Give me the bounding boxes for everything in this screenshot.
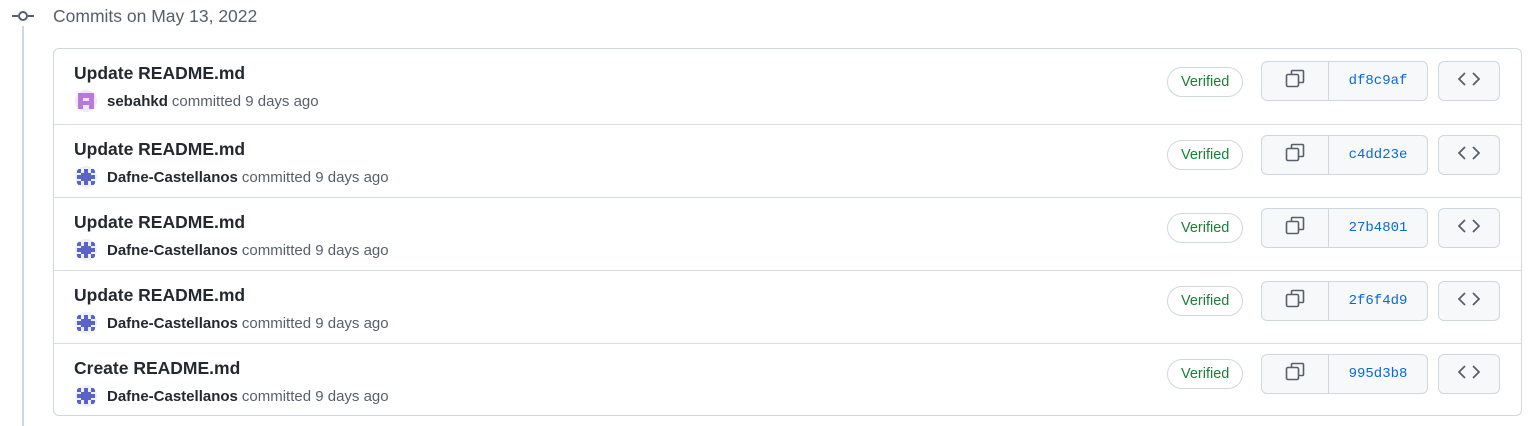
copy-icon bbox=[1285, 289, 1305, 314]
commit-time: committed 9 days ago bbox=[241, 168, 389, 186]
browse-repo-button[interactable] bbox=[1438, 354, 1500, 394]
commit-message-link[interactable]: Update README.md bbox=[74, 62, 245, 84]
code-icon bbox=[1457, 218, 1481, 238]
avatar[interactable] bbox=[75, 90, 97, 112]
verified-badge[interactable]: Verified bbox=[1167, 213, 1244, 243]
author-link[interactable]: Dafne-Castellanos bbox=[107, 315, 238, 332]
git-commit-icon bbox=[12, 8, 34, 24]
commit-message-link[interactable]: Update README.md bbox=[74, 211, 245, 233]
browse-repo-button[interactable] bbox=[1438, 281, 1500, 321]
copy-icon bbox=[1285, 143, 1305, 168]
commit-message-link[interactable]: Update README.md bbox=[74, 138, 245, 160]
commit-row: Update README.md Dafne-Castellanos commi… bbox=[54, 124, 1521, 197]
copy-sha-button[interactable] bbox=[1262, 136, 1329, 174]
commit-time: committed 9 days ago bbox=[241, 241, 389, 259]
commit-meta: sebahkd committed 9 days ago bbox=[75, 89, 319, 113]
browse-repo-button[interactable] bbox=[1438, 208, 1500, 248]
commit-message-link[interactable]: Update README.md bbox=[74, 284, 245, 306]
copy-sha-button[interactable] bbox=[1262, 355, 1329, 393]
author-link[interactable]: Dafne-Castellanos bbox=[107, 169, 238, 186]
author-link[interactable]: sebahkd bbox=[107, 93, 168, 110]
verified-badge[interactable]: Verified bbox=[1167, 140, 1244, 170]
code-icon bbox=[1457, 291, 1481, 311]
sha-button-group: 2f6f4d9 bbox=[1261, 281, 1428, 321]
commit-sha-link[interactable]: 2f6f4d9 bbox=[1329, 282, 1427, 320]
author-link[interactable]: Dafne-Castellanos bbox=[107, 242, 238, 259]
verified-badge[interactable]: Verified bbox=[1167, 286, 1244, 316]
commit-row: Update README.md sebahkd committed 9 day… bbox=[54, 49, 1521, 124]
sha-button-group: 27b4801 bbox=[1261, 208, 1428, 248]
commit-time: committed 9 days ago bbox=[171, 92, 319, 110]
sha-button-group: 995d3b8 bbox=[1261, 354, 1428, 394]
commit-sha-link[interactable]: 995d3b8 bbox=[1329, 355, 1427, 393]
sha-button-group: df8c9af bbox=[1261, 61, 1428, 101]
commit-group-title: Commits on May 13, 2022 bbox=[53, 6, 258, 26]
copy-sha-button[interactable] bbox=[1262, 282, 1329, 320]
commit-meta: Dafne-Castellanos committed 9 days ago bbox=[75, 238, 389, 262]
avatar[interactable] bbox=[75, 239, 97, 261]
avatar[interactable] bbox=[75, 166, 97, 188]
code-icon bbox=[1457, 71, 1481, 91]
commit-meta: Dafne-Castellanos committed 9 days ago bbox=[75, 311, 389, 335]
author-link[interactable]: Dafne-Castellanos bbox=[107, 388, 238, 405]
copy-icon bbox=[1285, 69, 1305, 94]
commit-time: committed 9 days ago bbox=[241, 314, 389, 332]
copy-icon bbox=[1285, 362, 1305, 387]
copy-sha-button[interactable] bbox=[1262, 62, 1329, 100]
commit-meta: Dafne-Castellanos committed 9 days ago bbox=[75, 165, 389, 189]
code-icon bbox=[1457, 364, 1481, 384]
commit-sha-link[interactable]: c4dd23e bbox=[1329, 136, 1427, 174]
code-icon bbox=[1457, 145, 1481, 165]
commit-sha-link[interactable]: 27b4801 bbox=[1329, 209, 1427, 247]
avatar[interactable] bbox=[75, 385, 97, 407]
browse-repo-button[interactable] bbox=[1438, 61, 1500, 101]
commit-row: Create README.md Dafne-Castellanos commi… bbox=[54, 343, 1521, 415]
timeline-line bbox=[22, 26, 24, 426]
copy-sha-button[interactable] bbox=[1262, 209, 1329, 247]
sha-button-group: c4dd23e bbox=[1261, 135, 1428, 175]
copy-icon bbox=[1285, 216, 1305, 241]
verified-badge[interactable]: Verified bbox=[1167, 67, 1244, 97]
commit-message-link[interactable]: Create README.md bbox=[74, 357, 240, 379]
commit-row: Update README.md Dafne-Castellanos commi… bbox=[54, 270, 1521, 343]
verified-badge[interactable]: Verified bbox=[1167, 359, 1244, 389]
avatar[interactable] bbox=[75, 312, 97, 334]
commit-meta: Dafne-Castellanos committed 9 days ago bbox=[75, 384, 389, 408]
commit-list: Update README.md sebahkd committed 9 day… bbox=[53, 48, 1522, 416]
commit-time: committed 9 days ago bbox=[241, 387, 389, 405]
commit-sha-link[interactable]: df8c9af bbox=[1329, 62, 1427, 100]
browse-repo-button[interactable] bbox=[1438, 135, 1500, 175]
commit-row: Update README.md Dafne-Castellanos commi… bbox=[54, 197, 1521, 270]
